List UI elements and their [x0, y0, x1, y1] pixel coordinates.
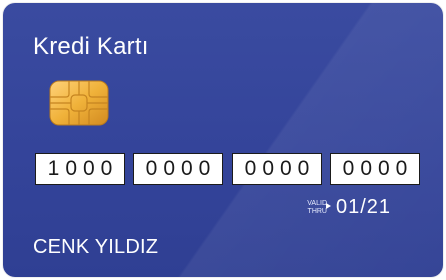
card-holder-name: CENK YILDIZ — [33, 236, 159, 258]
card-number: 1000 0000 0000 0000 — [35, 153, 420, 185]
credit-card: Kredi Kartı 1000 0000 0000 0000 VALID TH… — [3, 3, 443, 277]
valid-thru-label: VALID THRU — [291, 200, 327, 216]
card-title: Kredi Kartı — [33, 33, 149, 60]
card-number-group-4: 0000 — [330, 153, 420, 185]
card-number-group-1: 1000 — [35, 153, 125, 185]
card-number-group-3: 0000 — [232, 153, 322, 185]
thru-label: THRU — [307, 208, 327, 215]
card-number-group-2: 0000 — [133, 153, 223, 185]
expiry-date: 01/21 — [336, 196, 392, 218]
chip-icon — [49, 80, 109, 126]
triangle-right-icon — [326, 203, 331, 209]
valid-label: VALID — [307, 200, 327, 207]
